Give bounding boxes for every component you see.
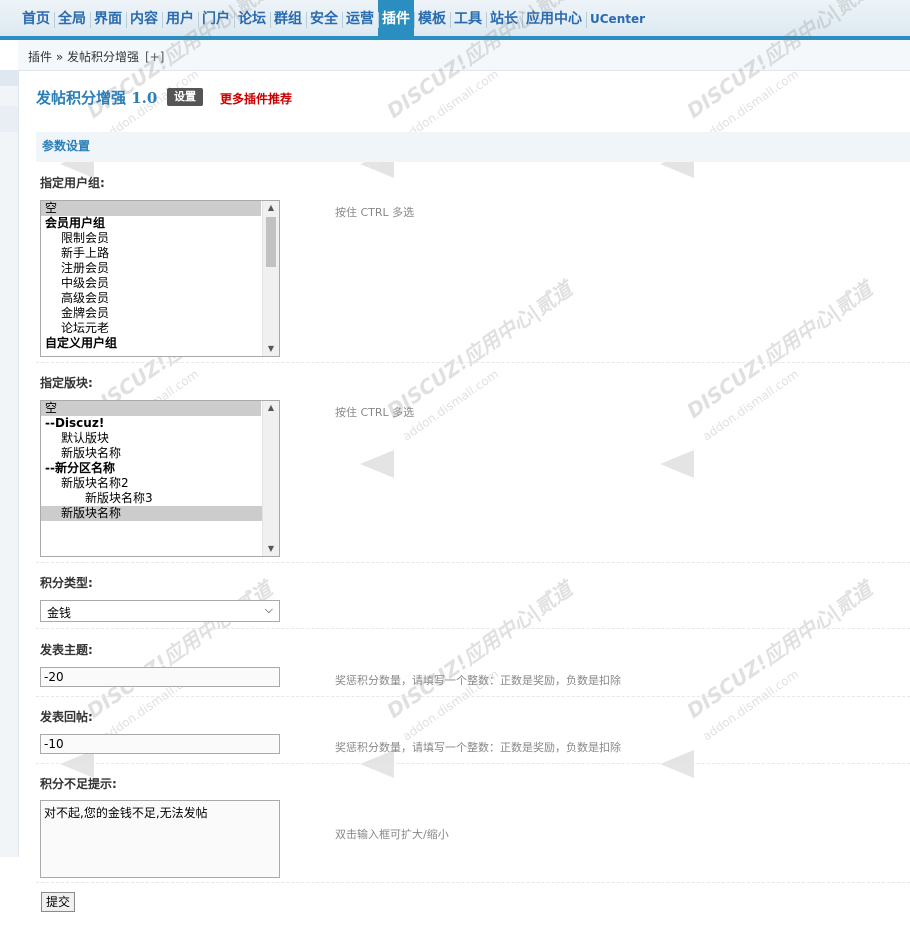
nav-users[interactable]: 用户 [162, 0, 198, 36]
watermark-logo: DISCUZ!应用中心|贰道addon.dismall.com [660, 577, 877, 800]
plugin-title: 发帖积分增强 1.0 [36, 89, 158, 107]
settings-button[interactable]: 设置 [167, 88, 203, 106]
list-option[interactable]: --Discuz! [41, 416, 261, 431]
credit-type-label: 积分类型: [40, 576, 93, 590]
credit-type-select[interactable]: 金钱 ⌵ [40, 600, 280, 622]
usergroups-label: 指定用户组: [40, 176, 105, 190]
new-thread-label: 发表主题: [40, 643, 93, 657]
list-option[interactable]: 论坛元老 [41, 321, 277, 336]
chevron-down-icon: ⌵ [264, 603, 273, 616]
nav-home[interactable]: 首页 [18, 0, 54, 36]
watermark-logo: DISCUZ!应用中心|贰道addon.dismall.com [660, 277, 877, 500]
list-option[interactable]: 新版块名称 [41, 506, 277, 521]
nav-global[interactable]: 全局 [54, 0, 90, 36]
list-option[interactable]: 新版块名称3 [41, 491, 279, 506]
nav-groups[interactable]: 群组 [270, 0, 306, 36]
nav-plugins[interactable]: 插件 [378, 0, 414, 36]
scroll-up-icon[interactable]: ▲ [263, 401, 279, 415]
scroll-down-icon[interactable]: ▼ [263, 342, 279, 356]
list-option[interactable]: 新版块名称 [41, 446, 277, 461]
row-divider [36, 562, 910, 563]
forums-hint: 按住 CTRL 多选 [335, 406, 415, 419]
list-option[interactable]: 会员用户组 [41, 216, 261, 231]
scroll-up-icon[interactable]: ▲ [263, 201, 279, 215]
sidebar-block [0, 106, 18, 132]
more-plugins-link[interactable]: 更多插件推荐 [220, 90, 292, 107]
row-divider [36, 882, 910, 883]
list-option[interactable]: 新版块名称2 [41, 476, 277, 491]
list-option[interactable]: 限制会员 [41, 231, 277, 246]
reply-label: 发表回帖: [40, 710, 93, 724]
new-thread-hint: 奖惩积分数量，请填写一个整数：正数是奖励，负数是扣除 [335, 674, 621, 687]
insufficient-label: 积分不足提示: [40, 777, 117, 791]
nav-app-center[interactable]: 应用中心 [522, 0, 586, 36]
list-option[interactable]: 空 [41, 201, 261, 216]
breadcrumb-add-button[interactable]: [+] [145, 50, 164, 64]
breadcrumb: 插件 » 发帖积分增强 [+] [28, 48, 164, 65]
list-option[interactable]: 注册会员 [41, 261, 277, 276]
nav-tools[interactable]: 工具 [450, 0, 486, 36]
credit-type-value: 金钱 [47, 606, 72, 620]
forums-options: 空 --Discuz! 默认版块 新版块名称 --新分区名称 新版块名称2 新版块名称3 新版… [41, 401, 279, 521]
usergroups-multiselect[interactable]: 空会员用户组 限制会员 新手上路 注册会员 中级会员 高级会员 金牌会员 论坛元老 自定义用户组… [40, 200, 280, 357]
usergroups-options: 空会员用户组 限制会员 新手上路 注册会员 中级会员 高级会员 金牌会员 论坛元老 自定义用户组 [41, 201, 279, 351]
forums-scrollbar[interactable]: ▲ ▼ [262, 401, 279, 556]
nav-ui[interactable]: 界面 [90, 0, 126, 36]
left-sidebar-edge [0, 70, 19, 857]
nav-security[interactable]: 安全 [306, 0, 342, 36]
list-option[interactable]: 默认版块 [41, 431, 277, 446]
list-option[interactable]: 高级会员 [41, 291, 277, 306]
forums-label: 指定版块: [40, 376, 93, 390]
new-thread-input[interactable]: -20 [40, 667, 280, 687]
forums-multiselect[interactable]: 空 --Discuz! 默认版块 新版块名称 --新分区名称 新版块名称2 新版块名称3 新版… [40, 400, 280, 557]
reply-hint: 奖惩积分数量，请填写一个整数：正数是奖励，负数是扣除 [335, 741, 621, 754]
nav-content[interactable]: 内容 [126, 0, 162, 36]
list-option[interactable]: 空 [41, 401, 261, 416]
sidebar-block [0, 70, 18, 86]
top-nav-list: 首页 全局 界面 内容 用户 门户 论坛 群组 安全 运营 插件 模板 工具 站… [0, 0, 910, 36]
row-divider [36, 362, 910, 363]
section-header: 参数设置 [36, 132, 910, 162]
row-divider [36, 763, 910, 764]
list-option[interactable]: 中级会员 [41, 276, 277, 291]
nav-templates[interactable]: 模板 [414, 0, 450, 36]
insufficient-textarea[interactable]: 对不起,您的金钱不足,无法发帖 [40, 800, 280, 878]
nav-forum[interactable]: 论坛 [234, 0, 270, 36]
usergroups-hint: 按住 CTRL 多选 [335, 206, 415, 219]
insufficient-hint: 双击输入框可扩大/缩小 [335, 828, 449, 841]
scroll-down-icon[interactable]: ▼ [263, 542, 279, 556]
nav-operations[interactable]: 运营 [342, 0, 378, 36]
usergroups-scrollbar[interactable]: ▲ ▼ [262, 201, 279, 356]
scrollbar-thumb[interactable] [266, 217, 276, 267]
breadcrumb-text: 插件 » 发帖积分增强 [28, 50, 139, 64]
section-title: 参数设置 [42, 139, 91, 153]
submit-button[interactable]: 提交 [41, 892, 75, 912]
list-option[interactable]: 金牌会员 [41, 306, 277, 321]
row-divider [36, 696, 910, 697]
list-option[interactable]: 新手上路 [41, 246, 277, 261]
nav-webmaster[interactable]: 站长 [486, 0, 522, 36]
watermark-logo: DISCUZ!应用中心|贰道addon.dismall.com [360, 277, 577, 500]
nav-portal[interactable]: 门户 [198, 0, 234, 36]
top-nav: 首页 全局 界面 内容 用户 门户 论坛 群组 安全 运营 插件 模板 工具 站… [0, 0, 910, 40]
list-option[interactable]: --新分区名称 [41, 461, 261, 476]
row-divider [36, 628, 910, 629]
nav-ucenter[interactable]: UCenter [586, 0, 649, 36]
list-option[interactable]: 自定义用户组 [41, 336, 261, 351]
breadcrumb-bar: 插件 » 发帖积分增强 [+] [18, 40, 910, 71]
reply-input[interactable]: -10 [40, 734, 280, 754]
